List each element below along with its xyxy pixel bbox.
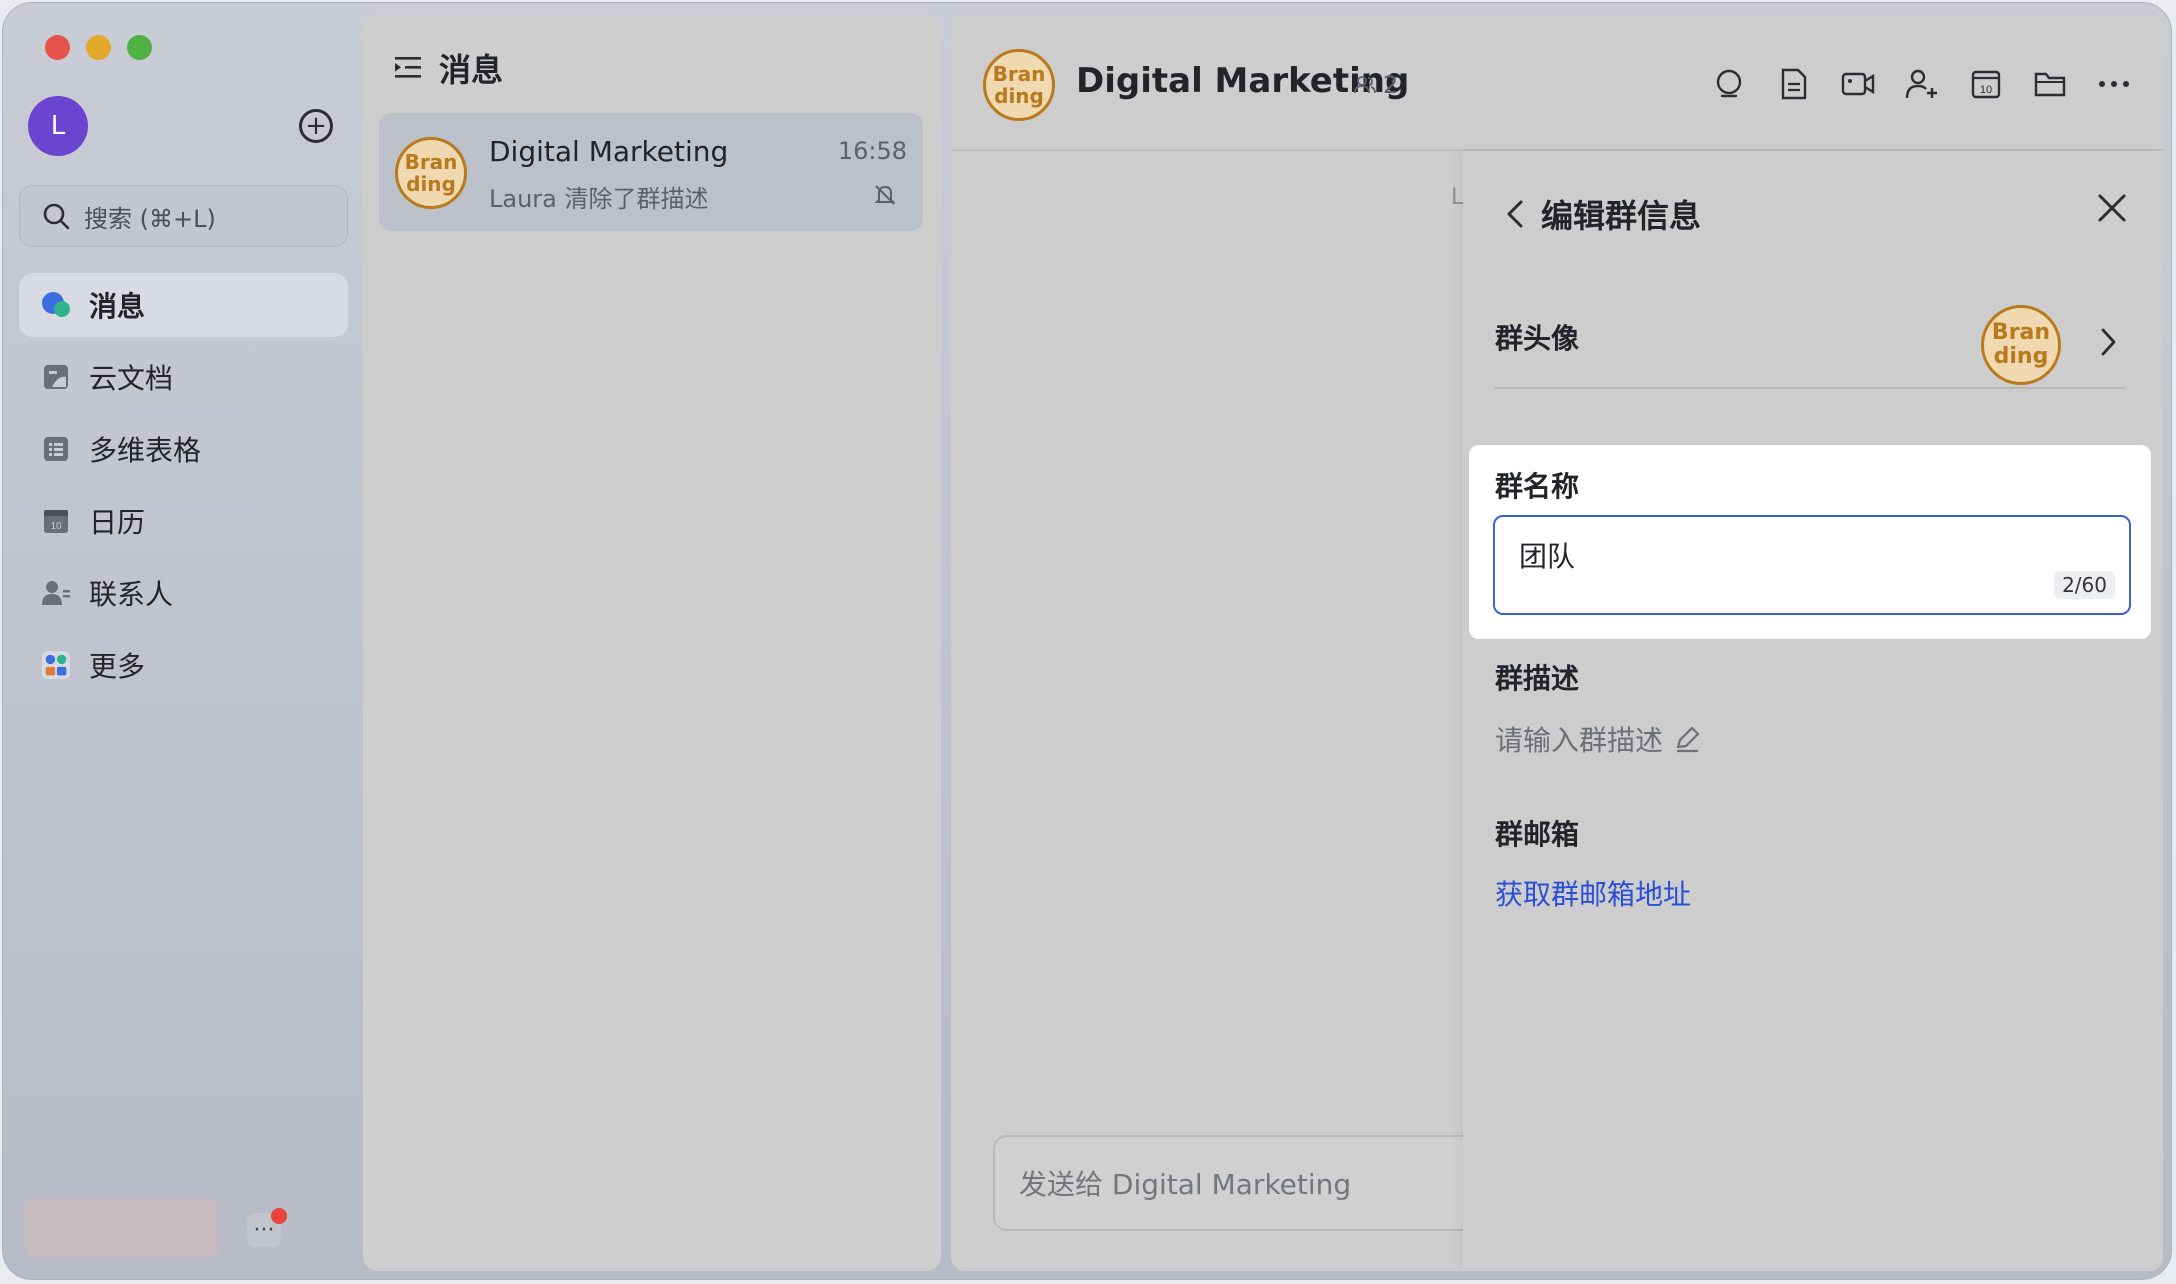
sidebar-item-label: 日历 bbox=[89, 506, 146, 539]
edit-pencil-icon[interactable] bbox=[1673, 725, 1701, 753]
group-name-section: 群名称 团队 2/60 bbox=[1469, 445, 2151, 639]
sidebar-item-label: 云文档 bbox=[89, 362, 174, 395]
edit-panel-header: 编辑群信息 bbox=[1505, 191, 1701, 237]
member-count[interactable]: 2 bbox=[1353, 71, 1398, 99]
contacts-icon bbox=[41, 578, 71, 608]
search-input[interactable]: 搜索 (⌘+L) bbox=[19, 185, 348, 247]
sidebar-item-docs[interactable]: 云文档 bbox=[19, 345, 348, 409]
sidebar-nav: 消息 云文档 多维表格 10 日历 联系人 更多 bbox=[19, 273, 348, 705]
add-icon[interactable]: + bbox=[299, 109, 333, 143]
folder-icon[interactable] bbox=[2031, 65, 2069, 103]
get-group-email-link[interactable]: 获取群邮箱地址 bbox=[1495, 873, 1691, 913]
edit-group-info-panel: 编辑群信息 群头像 Bran ding 群名称 团队 2/60 群描述 请输入群… bbox=[1463, 151, 2163, 1271]
svg-text:10: 10 bbox=[50, 521, 62, 532]
group-avatar-row[interactable]: 群头像 Bran ding bbox=[1495, 281, 2125, 389]
message-list-header: 消息 bbox=[393, 45, 503, 91]
sidebar-item-messages[interactable]: 消息 bbox=[19, 273, 348, 337]
blurred-account-info bbox=[25, 1199, 219, 1257]
minimize-window-button[interactable] bbox=[86, 35, 111, 60]
collapse-sidebar-icon[interactable] bbox=[393, 53, 423, 83]
calendar-icon: 10 bbox=[41, 506, 71, 536]
group-description-field[interactable]: 请输入群描述 bbox=[1495, 719, 1701, 759]
back-chevron-icon[interactable] bbox=[1505, 198, 1525, 230]
character-counter: 2/60 bbox=[2054, 571, 2115, 599]
mute-bell-icon bbox=[874, 185, 896, 205]
more-horizontal-icon[interactable] bbox=[2095, 65, 2133, 103]
message-list-panel: 消息 Bran ding Digital Marketing 16:58 Lau… bbox=[363, 15, 941, 1271]
sidebar-item-base[interactable]: 多维表格 bbox=[19, 417, 348, 481]
chat-time: 16:58 bbox=[837, 137, 907, 165]
group-avatar: Bran ding bbox=[395, 137, 467, 209]
compose-placeholder: 发送给 Digital Marketing bbox=[1019, 1168, 1352, 1201]
messages-icon bbox=[41, 290, 71, 320]
app-window: L + 搜索 (⌘+L) 消息 云文档 多维表格 10 日历 联系人 更多 ··… bbox=[2, 2, 2172, 1280]
group-name-label: 群名称 bbox=[1495, 470, 1580, 503]
notification-dot bbox=[271, 1208, 287, 1224]
video-call-icon[interactable] bbox=[1839, 65, 1877, 103]
docs-icon bbox=[41, 362, 71, 392]
close-icon[interactable] bbox=[2097, 193, 2127, 223]
table-icon bbox=[41, 434, 71, 464]
sidebar-item-label: 联系人 bbox=[89, 578, 174, 611]
group-email-label: 群邮箱 bbox=[1495, 818, 1580, 851]
message-fragment: L bbox=[1451, 185, 1464, 210]
sidebar-item-calendar[interactable]: 10 日历 bbox=[19, 489, 348, 553]
chat-list-item[interactable]: Bran ding Digital Marketing 16:58 Laura … bbox=[379, 113, 923, 231]
members-icon bbox=[1354, 76, 1376, 94]
chat-toolbar: 10 bbox=[1711, 65, 2133, 103]
search-placeholder: 搜索 (⌘+L) bbox=[84, 204, 216, 233]
sidebar-item-label: 多维表格 bbox=[89, 434, 202, 467]
group-avatar[interactable]: Bran ding bbox=[1981, 305, 2061, 385]
apps-icon bbox=[41, 650, 71, 680]
group-description-label: 群描述 bbox=[1495, 662, 1580, 695]
group-avatar-label: 群头像 bbox=[1495, 322, 1580, 355]
sidebar-item-contacts[interactable]: 联系人 bbox=[19, 561, 348, 625]
chat-pane: Bran ding Digital Marketing 2 10 L 发送给 D… bbox=[951, 15, 2163, 1271]
chat-header: Bran ding Digital Marketing 2 10 bbox=[951, 15, 2163, 151]
group-name-input[interactable]: 团队 2/60 bbox=[1493, 515, 2131, 615]
page-title: 消息 bbox=[439, 51, 504, 89]
search-icon bbox=[43, 203, 70, 230]
document-icon[interactable] bbox=[1775, 65, 1813, 103]
edit-panel-title: 编辑群信息 bbox=[1541, 197, 1702, 235]
sidebar-item-label: 消息 bbox=[89, 290, 146, 323]
search-chat-icon[interactable] bbox=[1711, 65, 1749, 103]
zoom-window-button[interactable] bbox=[127, 35, 152, 60]
chat-preview: Laura 清除了群描述 bbox=[489, 185, 709, 213]
member-count-value: 2 bbox=[1383, 71, 1399, 99]
sidebar: L + 搜索 (⌘+L) 消息 云文档 多维表格 10 日历 联系人 更多 ··… bbox=[3, 3, 363, 1279]
message-compose-input[interactable]: 发送给 Digital Marketing bbox=[993, 1135, 1493, 1231]
calendar-icon[interactable]: 10 bbox=[1967, 65, 2005, 103]
sidebar-item-more[interactable]: 更多 bbox=[19, 633, 348, 697]
chevron-right-icon bbox=[2101, 328, 2116, 356]
window-controls bbox=[45, 35, 152, 60]
close-window-button[interactable] bbox=[45, 35, 70, 60]
group-name-value: 团队 bbox=[1519, 540, 1576, 573]
add-member-icon[interactable] bbox=[1903, 65, 1941, 103]
svg-text:10: 10 bbox=[1980, 84, 1992, 96]
chat-name: Digital Marketing bbox=[489, 135, 729, 168]
sidebar-item-label: 更多 bbox=[89, 650, 146, 683]
group-avatar[interactable]: Bran ding bbox=[983, 49, 1055, 121]
group-description-placeholder: 请输入群描述 bbox=[1495, 724, 1664, 757]
user-avatar[interactable]: L bbox=[28, 96, 88, 156]
